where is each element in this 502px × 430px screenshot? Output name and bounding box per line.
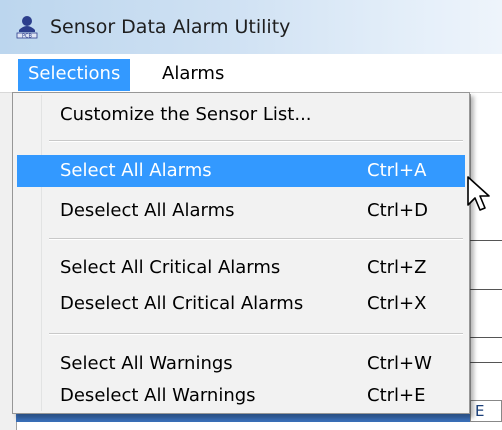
sensor-grid-edge <box>470 94 502 402</box>
menu-item-deselect-all-warnings[interactable]: Deselect All Warnings Ctrl+E <box>17 380 465 412</box>
menu-item-label: Deselect All Critical Alarms <box>60 293 304 314</box>
menu-alarms[interactable]: Alarms <box>152 59 234 91</box>
menu-item-shortcut: Ctrl+Z <box>367 257 427 278</box>
svg-text:PCB: PCB <box>22 34 33 40</box>
menu-item-select-all-critical-alarms[interactable]: Select All Critical Alarms Ctrl+Z <box>17 252 465 284</box>
window-title: Sensor Data Alarm Utility <box>50 16 291 38</box>
menu-separator <box>49 238 463 240</box>
menu-item-shortcut: Ctrl+A <box>367 160 427 181</box>
menu-item-shortcut: Ctrl+E <box>367 385 426 406</box>
menu-bar: Selections Alarms <box>0 56 502 93</box>
menu-item-shortcut: Ctrl+X <box>367 293 427 314</box>
title-bar: PCB Sensor Data Alarm Utility <box>0 0 502 54</box>
grid-line <box>470 337 502 338</box>
app-icon: PCB <box>16 16 38 40</box>
menu-item-label: Select All Warnings <box>60 353 233 374</box>
menu-separator <box>49 333 463 335</box>
menu-item-deselect-all-critical-alarms[interactable]: Deselect All Critical Alarms Ctrl+X <box>17 288 465 320</box>
menu-item-label: Deselect All Warnings <box>60 385 256 406</box>
menu-selections[interactable]: Selections <box>18 59 131 91</box>
mouse-pointer-icon <box>467 176 490 211</box>
menu-item-shortcut: Ctrl+D <box>367 200 428 221</box>
menu-item-label: Select All Critical Alarms <box>60 257 281 278</box>
grid-cell-partial[interactable]: E <box>470 400 502 422</box>
grid-line <box>470 240 502 241</box>
menu-item-shortcut: Ctrl+W <box>367 353 432 374</box>
menu-item-deselect-all-alarms[interactable]: Deselect All Alarms Ctrl+D <box>17 195 465 227</box>
menu-item-select-all-warnings[interactable]: Select All Warnings Ctrl+W <box>17 348 465 380</box>
selections-dropdown-menu: Customize the Sensor List... Select All … <box>12 92 470 414</box>
menu-item-select-all-alarms[interactable]: Select All Alarms Ctrl+A <box>17 155 465 187</box>
menu-item-label: Deselect All Alarms <box>60 200 235 221</box>
grid-line <box>470 362 502 363</box>
menu-item-customize-sensor-list[interactable]: Customize the Sensor List... <box>17 99 465 131</box>
menu-item-label: Customize the Sensor List... <box>60 104 312 125</box>
menu-separator <box>49 140 463 142</box>
menu-item-label: Select All Alarms <box>60 160 212 181</box>
grid-line <box>470 289 502 290</box>
